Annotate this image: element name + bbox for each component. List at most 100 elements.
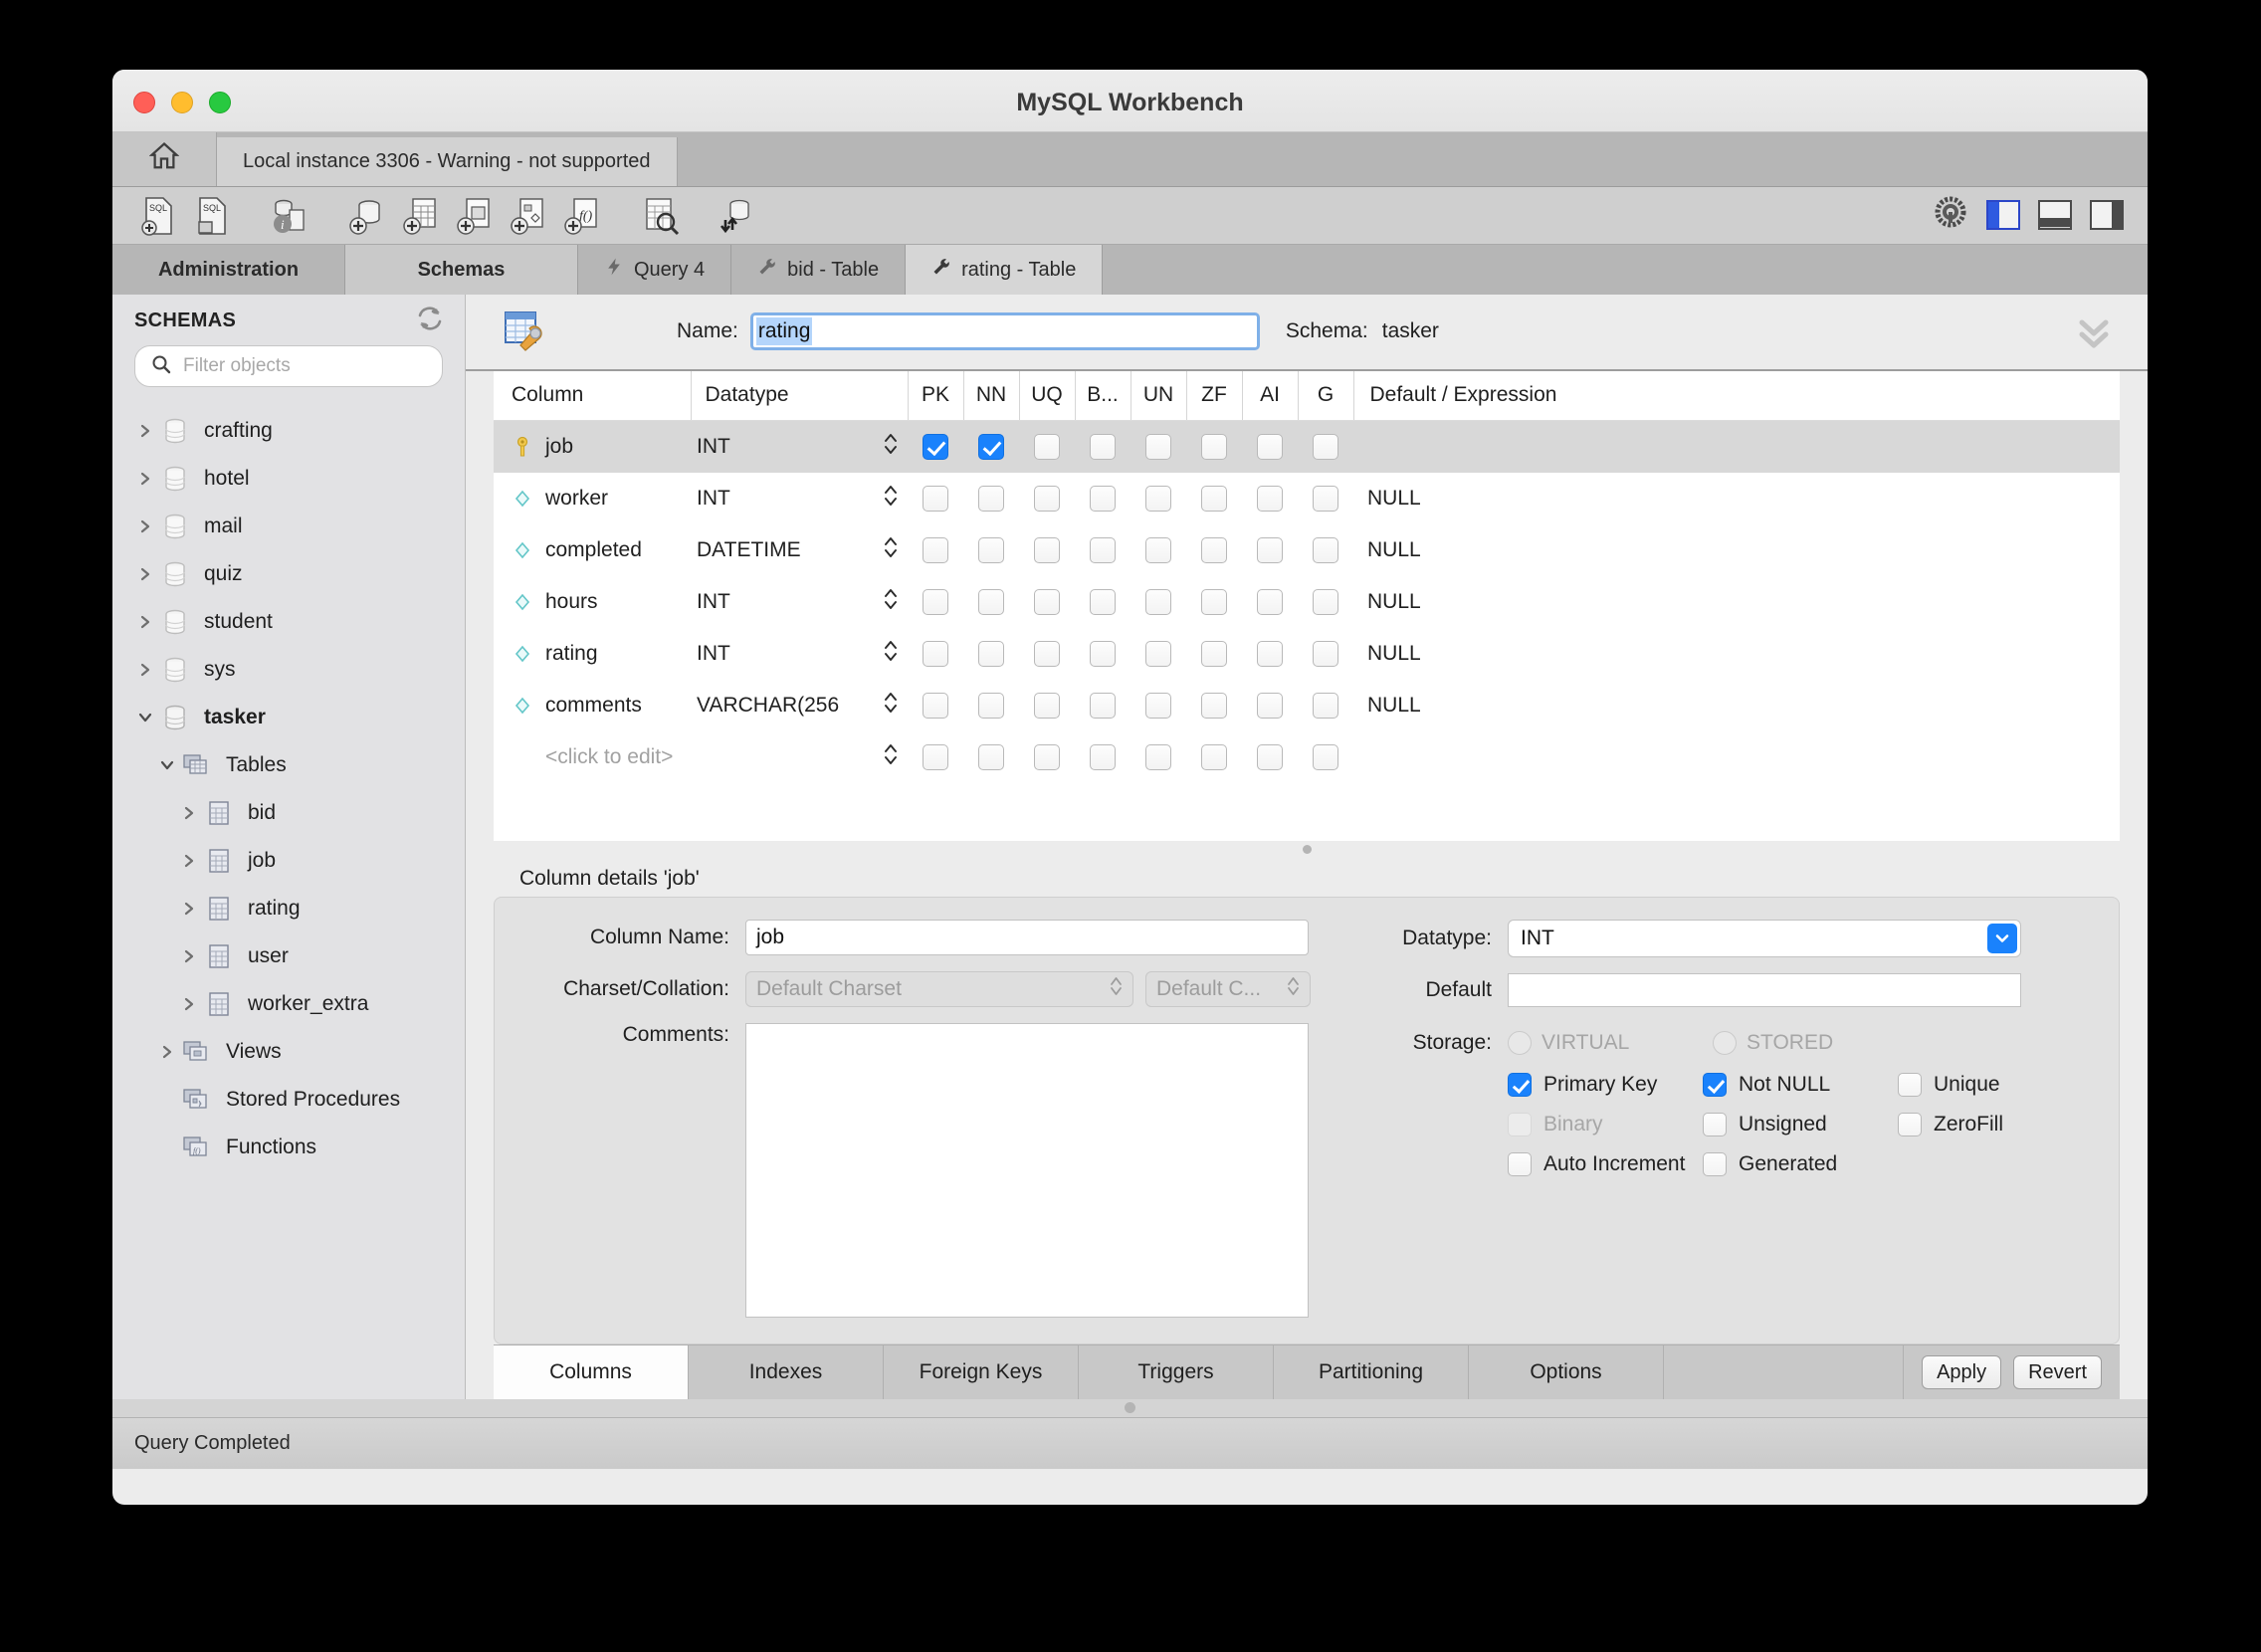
ai-checkbox[interactable] — [1257, 744, 1283, 771]
default-expression-cell[interactable]: NULL — [1353, 524, 2120, 576]
flag-ai-cell[interactable] — [1242, 420, 1298, 474]
sidebar-item-views[interactable]: Views — [112, 1028, 465, 1076]
datatype-cell[interactable]: INT — [691, 473, 908, 524]
unsigned-checkbox[interactable]: Unsigned — [1703, 1113, 1898, 1137]
pk-checkbox[interactable] — [923, 589, 948, 616]
search-input[interactable] — [183, 355, 426, 377]
grid-header-pk[interactable]: PK — [907, 370, 963, 422]
zerofill-checkbox[interactable]: ZeroFill — [1898, 1113, 2093, 1137]
reconnect-server-icon[interactable] — [716, 194, 759, 238]
datatype-stepper-icon[interactable] — [884, 483, 898, 515]
grid-header-g[interactable]: G — [1297, 370, 1353, 422]
g-checkbox[interactable] — [1313, 589, 1338, 616]
datatype-cell[interactable]: INT — [691, 628, 908, 680]
new-sql-tab-icon[interactable]: SQL — [136, 194, 180, 238]
column-name-cell[interactable]: rating — [494, 628, 691, 680]
b-checkbox[interactable] — [1090, 744, 1116, 771]
datatype-cell[interactable]: INT — [691, 576, 908, 628]
flag-ai-cell[interactable] — [1242, 473, 1298, 524]
flag-zf-cell[interactable] — [1186, 473, 1242, 524]
default-field[interactable] — [1508, 973, 2021, 1008]
flag-uq-cell[interactable] — [1019, 524, 1075, 576]
column-name-cell[interactable]: <click to edit> — [494, 731, 691, 783]
grid-header-default[interactable]: Default / Expression — [1352, 370, 2120, 422]
uq-checkbox[interactable] — [1034, 537, 1060, 564]
table-row[interactable]: job INT — [494, 420, 2120, 474]
sidebar-item-sys[interactable]: sys — [112, 646, 465, 694]
table-row[interactable]: hours INT NULL — [494, 576, 2120, 628]
g-checkbox[interactable] — [1313, 486, 1338, 513]
toggle-sidebar-button[interactable] — [1986, 199, 2020, 230]
grid-details-splitter[interactable] — [466, 841, 2148, 857]
flag-nn-cell[interactable] — [963, 576, 1019, 628]
status-splitter-handle[interactable] — [112, 1399, 2148, 1417]
flag-pk-cell[interactable] — [908, 524, 963, 576]
flag-nn-cell[interactable] — [963, 628, 1019, 680]
double-chevron-down-icon[interactable] — [2074, 316, 2114, 357]
editor-tab-rating-table[interactable]: rating - Table — [906, 245, 1104, 295]
table-row[interactable]: rating INT NULL — [494, 628, 2120, 680]
pk-checkbox[interactable] — [923, 693, 948, 720]
grid-header-nn[interactable]: NN — [962, 370, 1019, 422]
grid-header-uq[interactable]: UQ — [1018, 370, 1075, 422]
chevron-right-icon[interactable] — [176, 854, 202, 868]
datatype-stepper-icon[interactable] — [884, 534, 898, 566]
storage-stored-radio[interactable]: STORED — [1713, 1031, 1902, 1056]
storage-virtual-radio[interactable]: VIRTUAL — [1508, 1031, 1697, 1056]
flag-b-cell[interactable] — [1075, 420, 1130, 474]
chevron-right-icon[interactable] — [132, 424, 158, 438]
pk-checkbox[interactable] — [923, 537, 948, 564]
flag-un-cell[interactable] — [1130, 473, 1186, 524]
nn-checkbox[interactable] — [978, 744, 1004, 771]
sidebar-item-bid[interactable]: bid — [112, 789, 465, 837]
sidebar-item-crafting[interactable]: crafting — [112, 407, 465, 455]
nn-checkbox[interactable] — [978, 486, 1004, 513]
sidebar-item-stored-procedures[interactable]: Stored Procedures — [112, 1076, 465, 1124]
ai-checkbox[interactable] — [1257, 537, 1283, 564]
collation-select[interactable]: Default C... — [1145, 971, 1311, 1008]
b-checkbox[interactable] — [1090, 486, 1116, 513]
flag-g-cell[interactable] — [1298, 473, 1353, 524]
flag-pk-cell[interactable] — [908, 473, 963, 524]
b-checkbox[interactable] — [1090, 434, 1116, 461]
create-view-icon[interactable] — [453, 194, 497, 238]
flag-un-cell[interactable] — [1130, 576, 1186, 628]
table-row[interactable]: completed DATETIME NULL — [494, 524, 2120, 576]
default-expression-cell[interactable]: NULL — [1353, 473, 2120, 524]
g-checkbox[interactable] — [1313, 641, 1338, 668]
grid-header-datatype[interactable]: Datatype — [690, 370, 908, 422]
search-input-box[interactable] — [134, 345, 443, 387]
zf-checkbox[interactable] — [1201, 486, 1227, 513]
grid-header-column[interactable]: Column — [494, 370, 691, 422]
flag-uq-cell[interactable] — [1019, 576, 1075, 628]
nn-checkbox[interactable] — [978, 589, 1004, 616]
flag-nn-cell[interactable] — [963, 731, 1019, 783]
gear-icon[interactable] — [1933, 194, 1968, 235]
flag-zf-cell[interactable] — [1186, 628, 1242, 680]
column-name-field[interactable]: job — [745, 920, 1309, 956]
sidebar-item-mail[interactable]: mail — [112, 503, 465, 550]
toggle-output-button[interactable] — [2038, 199, 2072, 230]
table-row[interactable]: worker INT NULL — [494, 473, 2120, 524]
ai-checkbox[interactable] — [1257, 486, 1283, 513]
flag-un-cell[interactable] — [1130, 524, 1186, 576]
flag-zf-cell[interactable] — [1186, 680, 1242, 731]
editor-tab-query-4[interactable]: Query 4 — [578, 245, 732, 295]
column-name-cell[interactable]: job — [494, 420, 691, 474]
flag-g-cell[interactable] — [1298, 576, 1353, 628]
primary-key-checkbox[interactable]: Primary Key — [1508, 1073, 1703, 1098]
chevron-right-icon[interactable] — [132, 615, 158, 629]
open-sql-script-icon[interactable]: SQL — [190, 194, 234, 238]
tab-foreign-keys[interactable]: Foreign Keys — [884, 1345, 1079, 1399]
nn-checkbox[interactable] — [978, 434, 1004, 461]
flag-un-cell[interactable] — [1130, 680, 1186, 731]
datatype-cell[interactable] — [691, 731, 908, 783]
flag-pk-cell[interactable] — [908, 731, 963, 783]
zf-checkbox[interactable] — [1201, 537, 1227, 564]
un-checkbox[interactable] — [1145, 693, 1171, 720]
create-function-icon[interactable]: f() — [560, 194, 604, 238]
datatype-stepper-icon[interactable] — [884, 638, 898, 670]
not-null-checkbox[interactable]: Not NULL — [1703, 1073, 1898, 1098]
sidebar-item-functions[interactable]: f() Functions — [112, 1124, 465, 1171]
pk-checkbox[interactable] — [923, 744, 948, 771]
